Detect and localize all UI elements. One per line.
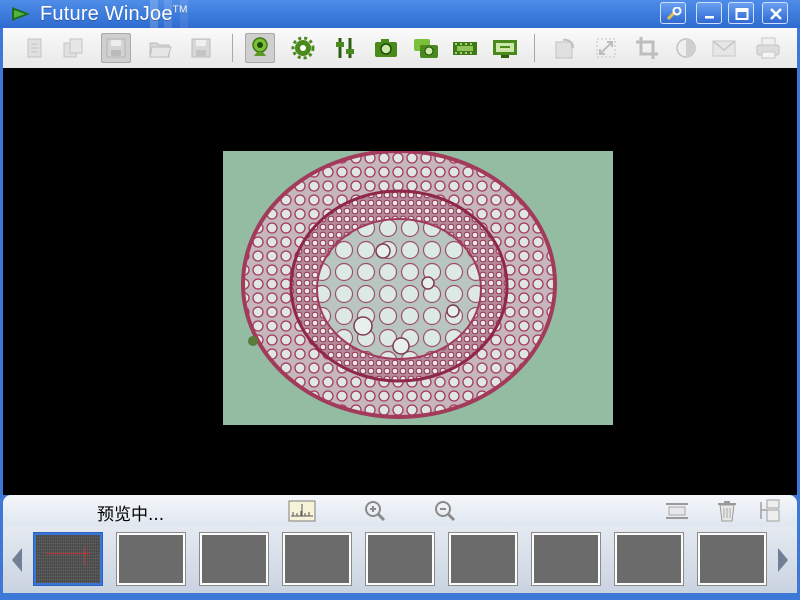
camera-preview-area[interactable]	[3, 68, 797, 495]
copy-icon	[63, 38, 83, 58]
settings-button[interactable]	[289, 34, 317, 62]
burst-capture-icon	[414, 39, 438, 58]
close-button[interactable]	[762, 2, 788, 24]
maximize-icon	[735, 8, 749, 20]
crop-button[interactable]	[633, 34, 661, 62]
status-bar: 预览中...	[3, 495, 797, 527]
thumbnail-item[interactable]	[116, 532, 186, 586]
open-folder-icon	[149, 42, 172, 58]
save-as-button[interactable]	[187, 34, 215, 62]
thumbnail-item[interactable]	[531, 532, 601, 586]
thumbnail-item[interactable]	[199, 532, 269, 586]
email-button[interactable]	[710, 34, 738, 62]
thumbnail-measure-line	[84, 547, 85, 565]
fit-icon	[666, 503, 688, 519]
fit-window-button[interactable]	[663, 498, 691, 524]
scroll-left-icon[interactable]	[9, 545, 25, 575]
calibrate-icon	[288, 500, 316, 522]
title-bar[interactable]: Future WinJoeTM	[0, 0, 800, 28]
calibrate-button[interactable]	[288, 498, 316, 524]
crop-icon	[636, 37, 658, 59]
app-window: Future WinJoeTM 预览中...	[0, 0, 800, 600]
thumbnail-item[interactable]	[697, 532, 767, 586]
open-button[interactable]	[146, 34, 174, 62]
delete-icon	[718, 501, 736, 522]
print-button[interactable]	[754, 34, 782, 62]
camera-preview-icon	[252, 37, 268, 56]
save-icon	[106, 38, 126, 58]
rotate-button[interactable]	[551, 34, 579, 62]
export-icon	[760, 499, 780, 522]
camera-preview-button[interactable]	[245, 33, 275, 63]
thumbnail-item[interactable]	[365, 532, 435, 586]
app-title: Future WinJoeTM	[40, 3, 188, 26]
zoom-out-button[interactable]	[431, 498, 459, 524]
minimize-button[interactable]	[696, 2, 722, 24]
app-title-text: Future WinJoe	[40, 3, 173, 25]
adjust-icon	[336, 38, 354, 58]
thumbnail-strip	[3, 527, 797, 593]
burst-capture-button[interactable]	[412, 34, 440, 62]
tools-icon	[666, 7, 682, 21]
maximize-button[interactable]	[728, 2, 754, 24]
resize-icon	[596, 38, 616, 58]
video-icon	[453, 42, 477, 55]
contrast-icon	[676, 38, 696, 58]
zoom-in-button[interactable]	[361, 498, 389, 524]
video-button[interactable]	[451, 34, 479, 62]
contrast-button[interactable]	[672, 34, 700, 62]
main-toolbar	[3, 28, 797, 69]
delete-button[interactable]	[713, 498, 741, 524]
save-as-icon	[191, 38, 211, 58]
zoom-in-icon	[365, 501, 386, 522]
new-icon	[27, 38, 42, 58]
thumbnail-item[interactable]	[448, 532, 518, 586]
capture-button[interactable]	[372, 34, 400, 62]
export-button[interactable]	[756, 498, 784, 524]
copy-button[interactable]	[59, 34, 87, 62]
scroll-right-icon[interactable]	[775, 545, 791, 575]
close-icon	[770, 8, 782, 20]
toolbar-separator	[232, 34, 233, 62]
print-icon	[756, 37, 780, 59]
adjust-button[interactable]	[331, 34, 359, 62]
email-icon	[712, 40, 736, 57]
display-icon	[493, 40, 517, 58]
rotate-icon	[555, 38, 574, 59]
resize-button[interactable]	[592, 34, 620, 62]
capture-icon	[375, 39, 397, 57]
thumbnail-item[interactable]	[282, 532, 352, 586]
toolbar-separator	[534, 34, 535, 62]
display-button[interactable]	[491, 34, 519, 62]
minimize-icon	[705, 16, 714, 19]
save-button[interactable]	[101, 33, 131, 63]
trademark-mark: TM	[172, 4, 188, 16]
thumbnail-item[interactable]	[33, 532, 103, 586]
tools-button[interactable]	[660, 2, 686, 24]
zoom-out-icon	[435, 501, 456, 522]
specimen-image	[223, 151, 613, 425]
settings-icon	[291, 36, 315, 60]
status-text: 预览中...	[97, 505, 165, 525]
thumbnail-image	[36, 535, 100, 583]
thumbnail-item[interactable]	[614, 532, 684, 586]
app-logo-icon	[12, 7, 30, 21]
new-button[interactable]	[21, 34, 49, 62]
